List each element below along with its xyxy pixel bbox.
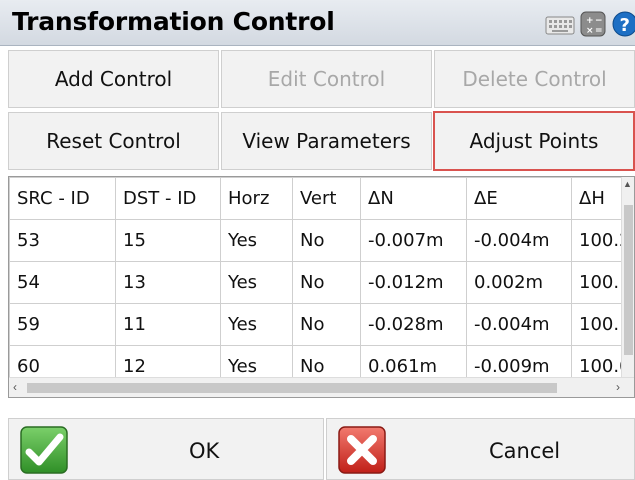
cell-src-id: 53	[9, 219, 116, 262]
cell-delta-n: -0.012m	[360, 261, 467, 304]
column-header-vert[interactable]: Vert	[292, 177, 361, 220]
delete-control-button[interactable]: Delete Control	[434, 50, 635, 108]
svg-text:?: ?	[620, 15, 630, 36]
cell-horz: Yes	[220, 219, 293, 262]
title-bar: Transformation Control + − × = ?	[0, 0, 635, 46]
column-header-dst-id[interactable]: DST - ID	[115, 177, 221, 220]
cell-dst-id: 13	[115, 261, 221, 304]
svg-text:+: +	[586, 16, 594, 26]
scroll-right-icon[interactable]: ›	[616, 380, 620, 394]
ok-button[interactable]: OK	[8, 418, 324, 480]
cell-delta-e: -0.004m	[466, 219, 572, 262]
svg-text:×: ×	[586, 26, 594, 36]
cell-delta-e: 0.002m	[466, 261, 572, 304]
horizontal-scrollbar[interactable]: ‹ ›	[9, 377, 634, 397]
cell-vert: No	[292, 303, 361, 346]
data-grid: SRC - ID DST - ID Horz Vert ΔN ΔE ΔH 53 …	[9, 177, 632, 388]
vertical-scroll-thumb[interactable]	[624, 205, 633, 355]
horizontal-scroll-thumb[interactable]	[27, 383, 557, 393]
keyboard-icon[interactable]	[545, 14, 575, 36]
cell-vert: No	[292, 261, 361, 304]
cell-delta-n: -0.028m	[360, 303, 467, 346]
calculator-icon[interactable]: + − × =	[580, 11, 606, 37]
help-icon[interactable]: ?	[611, 11, 635, 37]
table-row[interactable]: 59 11 Yes No -0.028m -0.004m 100.1	[9, 303, 632, 346]
table-row[interactable]: 54 13 Yes No -0.012m 0.002m 100.1	[9, 261, 632, 304]
cell-horz: Yes	[220, 261, 293, 304]
svg-text:−: −	[595, 16, 603, 26]
cell-delta-e: -0.004m	[466, 303, 572, 346]
cell-vert: No	[292, 219, 361, 262]
vertical-scrollbar[interactable]: ▲ ▼	[621, 177, 634, 387]
window-title: Transformation Control	[12, 7, 335, 36]
scroll-up-icon[interactable]: ▲	[623, 179, 632, 189]
cell-src-id: 54	[9, 261, 116, 304]
cancel-x-icon	[338, 426, 386, 474]
checkmark-icon	[20, 426, 68, 474]
table-header-row: SRC - ID DST - ID Horz Vert ΔN ΔE ΔH	[9, 177, 632, 220]
cancel-button[interactable]: Cancel	[326, 418, 635, 480]
cell-horz: Yes	[220, 303, 293, 346]
edit-control-button[interactable]: Edit Control	[221, 50, 432, 108]
add-control-button[interactable]: Add Control	[8, 50, 219, 108]
reset-control-button[interactable]: Reset Control	[8, 112, 219, 170]
column-header-horz[interactable]: Horz	[220, 177, 293, 220]
column-header-delta-e[interactable]: ΔE	[466, 177, 572, 220]
view-parameters-button[interactable]: View Parameters	[221, 112, 432, 170]
svg-text:=: =	[595, 26, 603, 36]
control-points-table[interactable]: SRC - ID DST - ID Horz Vert ΔN ΔE ΔH 53 …	[8, 176, 635, 398]
ok-label: OK	[189, 439, 220, 463]
cell-delta-n: -0.007m	[360, 219, 467, 262]
column-header-src-id[interactable]: SRC - ID	[9, 177, 116, 220]
column-header-delta-n[interactable]: ΔN	[360, 177, 467, 220]
scroll-left-icon[interactable]: ‹	[13, 380, 17, 394]
table-row[interactable]: 53 15 Yes No -0.007m -0.004m 100.2	[9, 219, 632, 262]
cell-src-id: 59	[9, 303, 116, 346]
adjust-points-button[interactable]: Adjust Points	[433, 111, 635, 171]
cancel-label: Cancel	[489, 439, 561, 463]
cell-dst-id: 15	[115, 219, 221, 262]
cell-dst-id: 11	[115, 303, 221, 346]
